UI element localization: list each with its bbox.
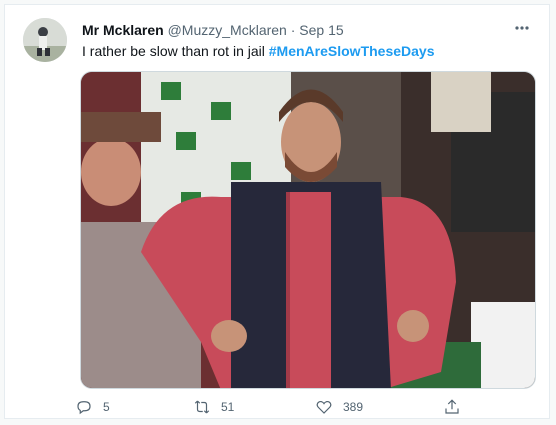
like-button[interactable]: 389 [315,395,363,419]
share-button[interactable] [443,395,461,419]
avatar[interactable] [23,18,67,62]
retweet-count: 51 [221,400,235,414]
tweet-body: I rather be slow than rot in jail [82,43,265,59]
tweet-actions: 5 51 389 [75,395,475,419]
media-photo [81,72,535,388]
share-icon [445,399,459,414]
tweet-date[interactable]: Sep 15 [299,22,343,38]
tweet-header: Mr Mcklaren @Muzzy_Mcklaren · Sep 15 [82,20,344,40]
reply-icon [77,401,91,415]
display-name[interactable]: Mr Mcklaren [82,22,164,38]
heart-icon [316,400,332,414]
more-horizontal-icon [515,26,529,30]
hashtag-link[interactable]: #MenAreSlowTheseDays [269,43,435,59]
more-options-button[interactable] [509,15,535,41]
tweet-media[interactable] [80,71,536,389]
reply-count: 5 [103,400,110,414]
retweet-button[interactable]: 51 [193,395,234,419]
tweet-card[interactable]: Mr Mcklaren @Muzzy_Mcklaren · Sep 15 I r… [4,4,550,419]
separator-dot: · [290,22,296,38]
reply-button[interactable]: 5 [75,395,110,419]
like-count: 389 [343,400,364,414]
user-handle[interactable]: @Muzzy_Mcklaren [168,22,287,38]
retweet-icon [194,400,210,414]
tweet-text: I rather be slow than rot in jail #MenAr… [82,41,435,61]
avatar-image [23,18,67,62]
